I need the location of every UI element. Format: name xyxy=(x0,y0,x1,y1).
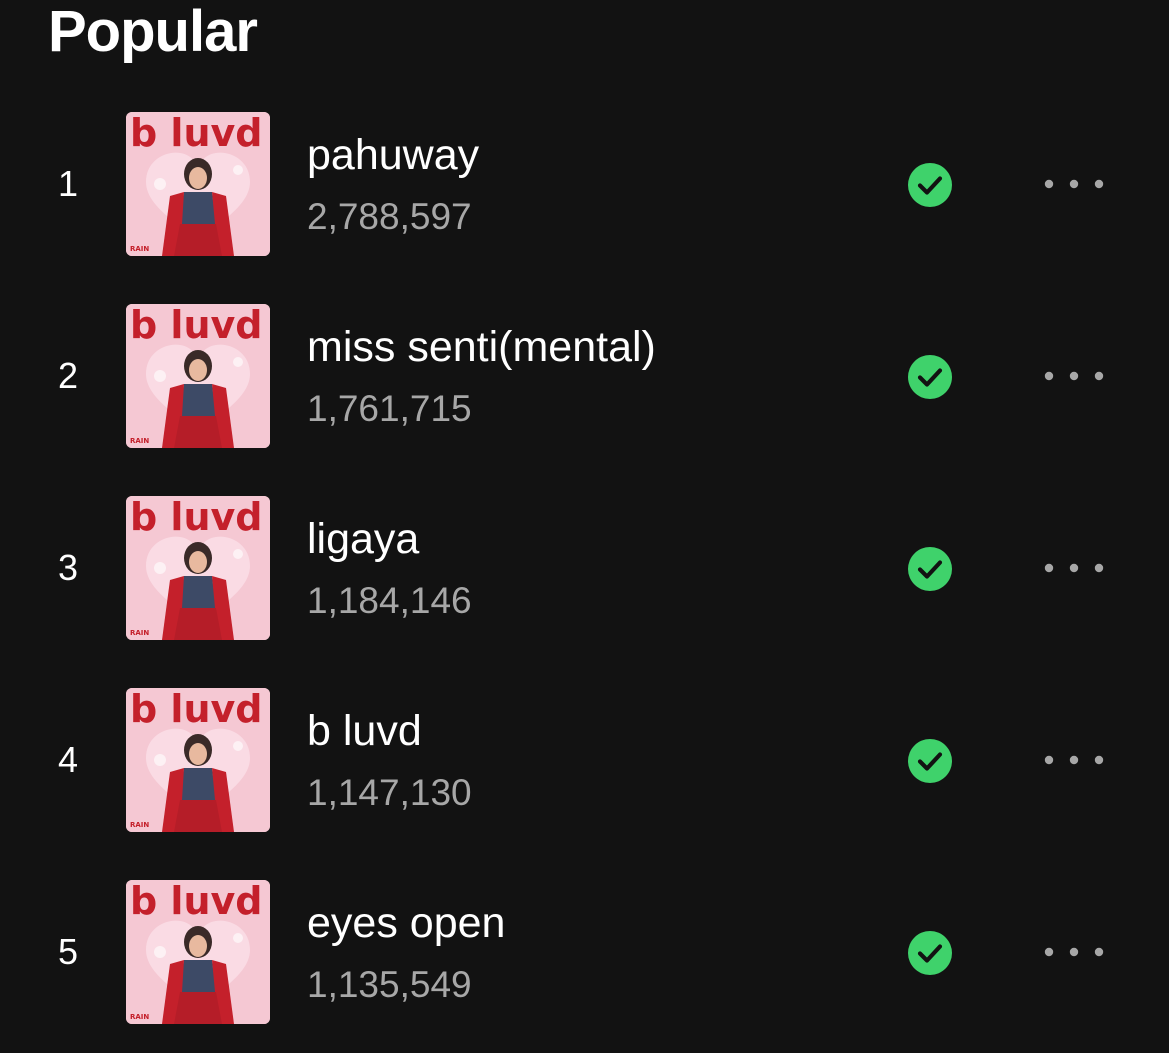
more-options-icon xyxy=(1044,371,1104,381)
track-title: eyes open xyxy=(307,899,506,947)
track-play-count: 1,184,146 xyxy=(307,580,472,621)
cover-title-text: b luvd xyxy=(130,880,262,923)
section-title: Popular xyxy=(48,0,258,64)
track-play-count: 2,788,597 xyxy=(307,196,472,237)
more-options-button[interactable] xyxy=(1036,548,1112,588)
track-title: pahuway xyxy=(307,131,480,179)
check-circle-icon[interactable] xyxy=(907,738,953,784)
track-play-count: 1,147,130 xyxy=(307,772,472,813)
track-row[interactable]: 2 b luvd RAIN miss senti(mental) 1,761,7… xyxy=(0,304,1169,496)
track-row[interactable]: 3 b luvd RAIN ligaya 1,184,146 xyxy=(0,496,1169,688)
track-play-count: 1,761,715 xyxy=(307,388,472,429)
track-title: b luvd xyxy=(307,707,422,755)
track-text: b luvd 1,147,130 xyxy=(307,706,887,814)
track-row[interactable]: 5 b luvd RAIN eyes open 1,135,549 xyxy=(0,880,1169,1053)
cover-artist-text: RAIN xyxy=(130,245,149,253)
track-text: miss senti(mental) 1,761,715 xyxy=(307,322,887,430)
track-number: 2 xyxy=(57,355,79,396)
album-cover: b luvd RAIN xyxy=(126,496,270,640)
more-options-icon xyxy=(1044,755,1104,765)
check-circle-icon[interactable] xyxy=(907,354,953,400)
track-play-count: 1,135,549 xyxy=(307,964,472,1005)
cover-artist-text: RAIN xyxy=(130,821,149,829)
more-options-button[interactable] xyxy=(1036,356,1112,396)
track-row[interactable]: 1 b luvd RAIN pahuway 2,788,597 xyxy=(0,112,1169,304)
track-number: 3 xyxy=(57,547,79,588)
check-circle-icon[interactable] xyxy=(907,546,953,592)
track-title: ligaya xyxy=(307,515,420,563)
album-cover: b luvd RAIN xyxy=(126,112,270,256)
more-options-button[interactable] xyxy=(1036,932,1112,972)
more-options-icon xyxy=(1044,563,1104,573)
cover-artist-text: RAIN xyxy=(130,629,149,637)
track-text: pahuway 2,788,597 xyxy=(307,130,887,238)
cover-title-text: b luvd xyxy=(130,112,262,155)
cover-title-text: b luvd xyxy=(130,688,262,731)
check-circle-icon[interactable] xyxy=(907,162,953,208)
album-cover: b luvd RAIN xyxy=(126,304,270,448)
cover-artist-text: RAIN xyxy=(130,437,149,445)
track-text: eyes open 1,135,549 xyxy=(307,898,887,1006)
track-text: ligaya 1,184,146 xyxy=(307,514,887,622)
track-number: 1 xyxy=(57,163,79,204)
popular-tracks-page: Popular 1 b luvd RAIN pahuway 2,788,597 … xyxy=(0,0,1169,1053)
track-number: 4 xyxy=(57,739,79,780)
cover-title-text: b luvd xyxy=(130,304,262,347)
more-options-icon xyxy=(1044,179,1104,189)
more-options-icon xyxy=(1044,947,1104,957)
album-cover: b luvd RAIN xyxy=(126,688,270,832)
track-number: 5 xyxy=(57,931,79,972)
check-circle-icon[interactable] xyxy=(907,930,953,976)
track-row[interactable]: 4 b luvd RAIN b luvd 1,147,130 xyxy=(0,688,1169,880)
more-options-button[interactable] xyxy=(1036,740,1112,780)
track-list: 1 b luvd RAIN pahuway 2,788,597 2 b luvd… xyxy=(0,112,1169,1053)
cover-title-text: b luvd xyxy=(130,496,262,539)
more-options-button[interactable] xyxy=(1036,164,1112,204)
track-title: miss senti(mental) xyxy=(307,323,656,371)
cover-artist-text: RAIN xyxy=(130,1013,149,1021)
album-cover: b luvd RAIN xyxy=(126,880,270,1024)
